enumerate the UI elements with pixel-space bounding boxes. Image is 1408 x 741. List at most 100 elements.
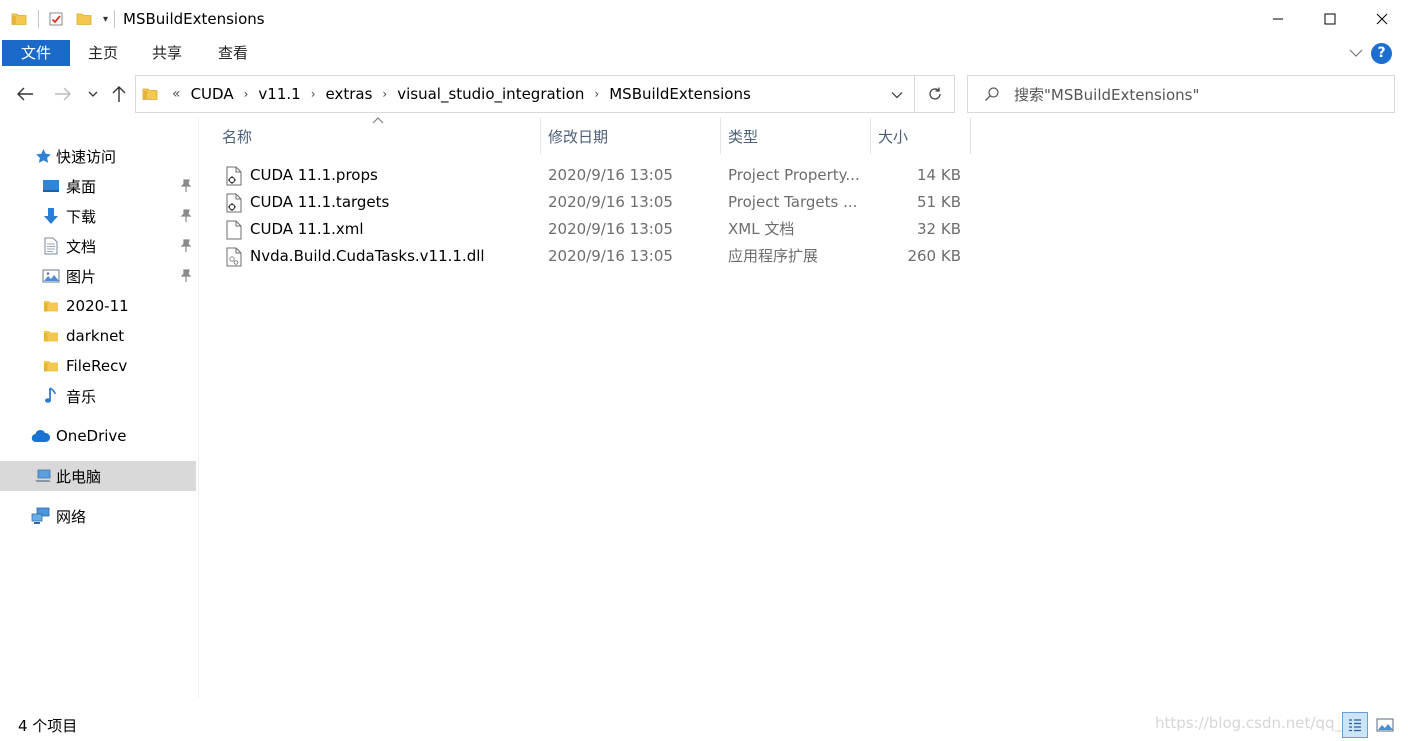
document-icon xyxy=(41,236,61,256)
file-date: 2020/9/16 13:05 xyxy=(548,220,673,238)
column-header-size[interactable]: 大小 xyxy=(871,118,970,154)
breadcrumb-overflow[interactable]: « xyxy=(172,86,181,102)
help-button[interactable]: ? xyxy=(1371,42,1392,64)
minimize-button[interactable] xyxy=(1252,0,1304,38)
pin-icon[interactable] xyxy=(180,239,192,257)
close-button[interactable] xyxy=(1356,0,1408,38)
column-header-type[interactable]: 类型 xyxy=(721,118,870,154)
file-name: CUDA 11.1.targets xyxy=(250,193,390,211)
breadcrumb-cuda[interactable]: CUDA xyxy=(191,85,234,103)
new-folder-icon[interactable] xyxy=(73,8,95,30)
pin-icon[interactable] xyxy=(180,209,192,227)
address-bar[interactable]: « CUDA › v11.1 › extras › visual_studio_… xyxy=(135,75,915,113)
breadcrumb-separator-icon[interactable]: › xyxy=(594,87,599,101)
music-icon xyxy=(41,386,61,406)
status-item-count: 4 个项目 xyxy=(18,717,78,735)
sidebar-item-onedrive[interactable]: OneDrive xyxy=(0,421,196,451)
folder-icon xyxy=(41,326,61,346)
recent-locations-dropdown[interactable] xyxy=(83,82,103,106)
window-controls xyxy=(1252,0,1408,38)
toolbar-divider xyxy=(38,10,39,28)
file-row[interactable]: CUDA 11.1.targets 2020/9/16 13:05 Projec… xyxy=(220,189,970,216)
sidebar-item-label: 快速访问 xyxy=(56,147,117,166)
sidebar-item-label: 文档 xyxy=(66,237,97,256)
sidebar-item-this-pc[interactable]: 此电脑 xyxy=(0,461,196,491)
column-separator[interactable] xyxy=(970,118,971,154)
download-icon xyxy=(41,206,61,226)
sidebar-item-network[interactable]: 网络 xyxy=(0,501,196,531)
sidebar-item-label: OneDrive xyxy=(56,427,127,445)
tab-share[interactable]: 共享 xyxy=(136,40,198,66)
column-header-name[interactable]: 名称 xyxy=(215,118,540,154)
tab-view[interactable]: 查看 xyxy=(202,40,264,66)
watermark-text: https://blog.csdn.net/qq_44 xyxy=(1155,714,1362,732)
forward-button[interactable] xyxy=(51,82,75,106)
sidebar-item-pictures[interactable]: 图片 xyxy=(0,261,196,291)
file-row[interactable]: Nvda.Build.CudaTasks.v11.1.dll 2020/9/16… xyxy=(220,243,970,270)
breadcrumb-separator-icon[interactable]: › xyxy=(244,87,249,101)
file-size: 260 KB xyxy=(907,247,961,265)
star-icon xyxy=(33,146,53,166)
file-date: 2020/9/16 13:05 xyxy=(548,166,673,184)
maximize-button[interactable] xyxy=(1304,0,1356,38)
file-type: Project Property... xyxy=(728,166,860,184)
sidebar-item-filerecv[interactable]: FileRecv xyxy=(0,351,196,381)
desktop-icon xyxy=(41,176,61,196)
search-box[interactable]: 搜索"MSBuildExtensions" xyxy=(967,75,1395,113)
targets-file-icon xyxy=(224,193,244,213)
properties-icon[interactable] xyxy=(45,8,67,30)
file-date: 2020/9/16 13:05 xyxy=(548,247,673,265)
up-button[interactable] xyxy=(107,82,131,106)
tab-file[interactable]: 文件 xyxy=(2,40,70,66)
expand-ribbon-icon[interactable] xyxy=(1345,42,1367,64)
details-view-button[interactable] xyxy=(1342,712,1368,738)
sidebar-item-darknet[interactable]: darknet xyxy=(0,321,196,351)
pin-icon[interactable] xyxy=(180,269,192,287)
sidebar-item-quick-access[interactable]: 快速访问 xyxy=(0,141,196,171)
breadcrumb-extras[interactable]: extras xyxy=(326,85,373,103)
search-input[interactable]: 搜索"MSBuildExtensions" xyxy=(1014,84,1199,105)
breadcrumb-v11-1[interactable]: v11.1 xyxy=(258,85,300,103)
file-date: 2020/9/16 13:05 xyxy=(548,193,673,211)
sidebar-item-label: 此电脑 xyxy=(56,467,102,486)
sidebar-item-label: 网络 xyxy=(56,507,87,526)
file-name: CUDA 11.1.xml xyxy=(250,220,364,238)
network-icon xyxy=(31,506,51,526)
refresh-button[interactable] xyxy=(915,75,955,113)
breadcrumb-separator-icon[interactable]: › xyxy=(311,87,316,101)
file-name: CUDA 11.1.props xyxy=(250,166,378,184)
tab-home[interactable]: 主页 xyxy=(72,40,134,66)
picture-icon xyxy=(41,266,61,286)
file-size: 51 KB xyxy=(917,193,961,211)
sidebar-item-label: 2020-11 xyxy=(66,297,129,315)
props-file-icon xyxy=(224,166,244,186)
breadcrumb-visual-studio-integration[interactable]: visual_studio_integration xyxy=(397,85,584,103)
file-row[interactable]: CUDA 11.1.props 2020/9/16 13:05 Project … xyxy=(220,162,970,189)
sidebar-item-2020-11[interactable]: 2020-11 xyxy=(0,291,196,321)
sidebar-item-documents[interactable]: 文档 xyxy=(0,231,196,261)
sidebar-item-label: 音乐 xyxy=(66,387,97,406)
breadcrumb-separator-icon[interactable]: › xyxy=(382,87,387,101)
folder-icon xyxy=(41,356,61,376)
sidebar-item-label: 图片 xyxy=(66,267,97,286)
toolbar-divider xyxy=(114,10,116,28)
column-header-date[interactable]: 修改日期 xyxy=(541,118,720,154)
sidebar-item-desktop[interactable]: 桌面 xyxy=(0,171,196,201)
navigation-row: « CUDA › v11.1 › extras › visual_studio_… xyxy=(0,72,1408,116)
pin-icon[interactable] xyxy=(180,179,192,197)
back-button[interactable] xyxy=(13,82,37,106)
large-icons-view-button[interactable] xyxy=(1372,712,1398,738)
sidebar-item-label: FileRecv xyxy=(66,357,128,375)
breadcrumb-msbuildextensions[interactable]: MSBuildExtensions xyxy=(609,85,751,103)
search-icon xyxy=(984,86,1000,102)
file-row[interactable]: CUDA 11.1.xml 2020/9/16 13:05 XML 文档 32 … xyxy=(220,216,970,243)
customize-toolbar-dropdown-icon[interactable]: ▾ xyxy=(103,14,108,25)
sidebar-item-label: 下载 xyxy=(66,207,97,226)
xml-file-icon xyxy=(224,220,244,240)
pane-divider[interactable] xyxy=(198,118,199,698)
address-history-dropdown-icon[interactable] xyxy=(888,86,906,104)
sidebar-item-music[interactable]: 音乐 xyxy=(0,381,196,411)
ribbon: 文件 主页 共享 查看 ? xyxy=(0,38,1408,68)
sidebar-item-downloads[interactable]: 下载 xyxy=(0,201,196,231)
folder-icon xyxy=(41,296,61,316)
